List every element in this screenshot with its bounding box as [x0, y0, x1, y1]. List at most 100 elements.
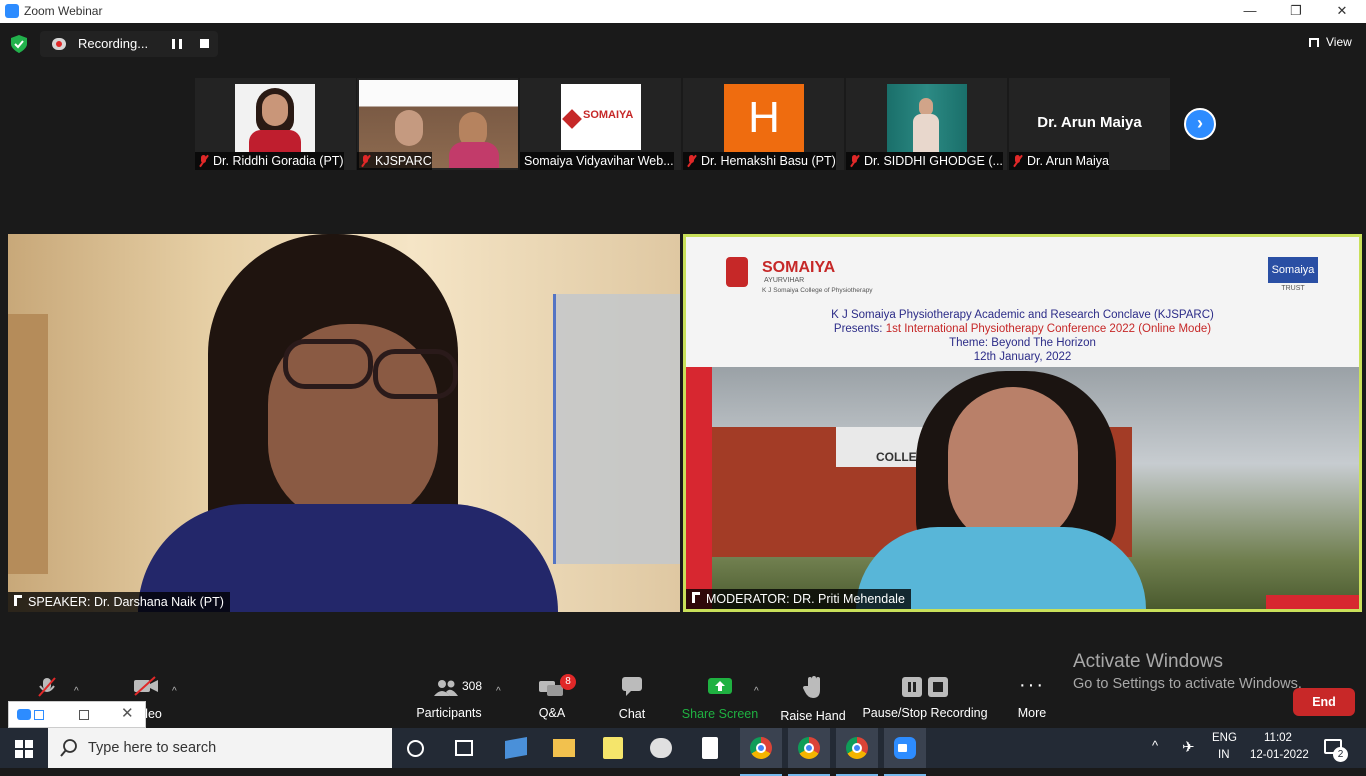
view-button[interactable]: View	[1326, 35, 1352, 49]
pause-recording-icon[interactable]	[172, 39, 182, 49]
task-view-icon[interactable]	[455, 740, 473, 756]
share-screen-icon	[708, 678, 732, 694]
mic-muted-icon	[687, 155, 696, 167]
end-button[interactable]: End	[1293, 688, 1355, 716]
zoom-taskbar-button[interactable]	[884, 728, 926, 776]
participant-photo	[235, 84, 315, 152]
cortana-icon[interactable]	[407, 740, 424, 757]
meeting-topbar: Recording... View	[0, 23, 1366, 65]
minimize-button[interactable]: —	[1227, 0, 1273, 23]
audio-options-caret[interactable]: ^	[74, 686, 79, 697]
participant-display-name: Dr. Arun Maiya	[1037, 114, 1142, 131]
search-icon	[60, 739, 77, 757]
chat-icon	[622, 677, 642, 696]
window-title: Zoom Webinar	[24, 4, 103, 18]
participant-name: Dr. SIDDHI GHODGE (...	[846, 152, 1003, 170]
chrome-profile-taskbar-button[interactable]	[788, 728, 830, 776]
pause-icon	[902, 677, 922, 697]
raise-hand-button[interactable]: Raise Hand	[780, 676, 846, 723]
activate-windows-subtitle: Go to Settings to activate Windows.	[1073, 676, 1302, 692]
zoom-mini-icon[interactable]	[17, 709, 31, 720]
slide-logo-text: SOMAIYA	[762, 259, 836, 276]
document-icon[interactable]	[702, 737, 718, 759]
chrome-profile2-taskbar-button[interactable]	[836, 728, 878, 776]
network-icon[interactable]: ✈	[1182, 738, 1195, 756]
restore-button[interactable]: ❐	[1273, 0, 1319, 23]
raise-hand-icon	[803, 676, 820, 698]
speaker-video[interactable]: SPEAKER: Dr. Darshana Naik (PT)	[8, 234, 680, 612]
notifications-badge: 2	[1333, 747, 1348, 762]
slide-theme: Theme: Beyond The Horizon	[949, 337, 1096, 349]
clock-time[interactable]: 11:02	[1264, 732, 1292, 744]
participant-name: Dr. Arun Maiya	[1009, 152, 1109, 170]
share-screen-button[interactable]: Share Screen	[680, 676, 760, 721]
zoom-app-icon	[5, 4, 19, 18]
recording-control-button[interactable]: Pause/Stop Recording	[862, 676, 988, 720]
maximize-mini-icon[interactable]	[79, 710, 89, 720]
participant-video	[887, 84, 967, 152]
participant-tile[interactable]: Dr. Riddhi Goradia (PT)	[195, 78, 356, 170]
windows-start-icon[interactable]	[15, 740, 33, 758]
qa-badge: 8	[560, 674, 576, 690]
window-titlebar: Zoom Webinar — ❐ ✕	[0, 0, 1366, 23]
participant-name: Dr. Riddhi Goradia (PT)	[195, 152, 344, 170]
restore-mini-icon[interactable]	[34, 710, 44, 720]
clock-date[interactable]: 12-01-2022	[1250, 749, 1309, 761]
language-label[interactable]: ENG	[1212, 732, 1237, 744]
desktop-app-icon[interactable]	[505, 737, 527, 759]
mic-muted-icon	[1013, 155, 1022, 167]
security-shield-icon[interactable]	[11, 35, 27, 53]
paint-icon[interactable]	[650, 738, 672, 758]
taskbar-search[interactable]: Type here to search	[48, 728, 392, 768]
chat-button[interactable]: Chat	[610, 676, 654, 721]
mic-muted-icon	[38, 677, 56, 697]
more-button[interactable]: ··· More	[1010, 674, 1054, 720]
participant-tile[interactable]: Dr. SIDDHI GHODGE (...	[846, 78, 1007, 170]
speaker-label: SPEAKER: Dr. Darshana Naik (PT)	[8, 592, 230, 612]
participants-count: 308	[462, 679, 483, 693]
stop-icon	[928, 677, 948, 697]
sticky-notes-icon[interactable]	[603, 737, 623, 759]
close-button[interactable]: ✕	[1319, 0, 1365, 23]
speaker-video-scene	[8, 234, 680, 612]
chrome-taskbar-button[interactable]	[740, 728, 782, 776]
slide-presents: Presents: 1st International Physiotherap…	[833, 323, 1212, 335]
qa-button[interactable]: 8 Q&A	[530, 674, 576, 720]
somaiya-logo-icon	[726, 257, 748, 287]
participant-tile[interactable]: SOMAIYA Somaiya Vidyavihar Web...	[520, 78, 681, 170]
tray-overflow-caret[interactable]: ^	[1152, 738, 1158, 753]
somaiya-logo-image: SOMAIYA	[561, 84, 641, 150]
mini-window-bar: ✕	[8, 701, 146, 728]
participant-name: Somaiya Vidyavihar Web...	[520, 152, 674, 170]
next-page-button[interactable]: ›	[1184, 108, 1216, 140]
pin-icon	[14, 595, 22, 606]
participant-name: Dr. Hemakshi Basu (PT)	[683, 152, 836, 170]
moderator-video[interactable]: SOMAIYA AYURVIHAR K J Somaiya College of…	[683, 234, 1362, 612]
video-options-caret[interactable]: ^	[172, 686, 177, 697]
participants-icon	[434, 680, 458, 696]
participants-button[interactable]: 308 Participants	[410, 676, 488, 720]
trust-logo-sub: TRUST	[1281, 285, 1305, 292]
more-label: More	[1017, 706, 1047, 720]
file-explorer-icon[interactable]	[553, 739, 575, 757]
recording-cloud-icon	[52, 38, 66, 50]
mic-muted-icon	[850, 155, 859, 167]
slide-logo-college: K J Somaiya College of Physiotherapy	[762, 287, 873, 294]
participants-caret[interactable]: ^	[496, 686, 501, 697]
participant-tile[interactable]: Dr. Arun Maiya Dr. Arun Maiya	[1009, 78, 1170, 170]
pin-icon	[692, 592, 700, 603]
recording-label: Recording...	[78, 36, 149, 51]
view-grid-icon[interactable]	[1309, 38, 1319, 47]
share-options-caret[interactable]: ^	[754, 686, 759, 697]
recording-indicator: Recording...	[40, 31, 218, 57]
participant-tile[interactable]: KJSPARC	[357, 78, 518, 170]
participant-tile[interactable]: H Dr. Hemakshi Basu (PT)	[683, 78, 844, 170]
close-mini-icon[interactable]: ✕	[121, 704, 134, 722]
search-placeholder: Type here to search	[88, 740, 217, 756]
region-label[interactable]: IN	[1218, 749, 1230, 761]
share-screen-label: Share Screen	[681, 707, 759, 721]
trust-logo: Somaiya	[1268, 257, 1318, 283]
raise-hand-label: Raise Hand	[780, 709, 846, 723]
stop-recording-icon[interactable]	[200, 39, 209, 48]
more-dots-icon: ···	[1019, 674, 1045, 696]
